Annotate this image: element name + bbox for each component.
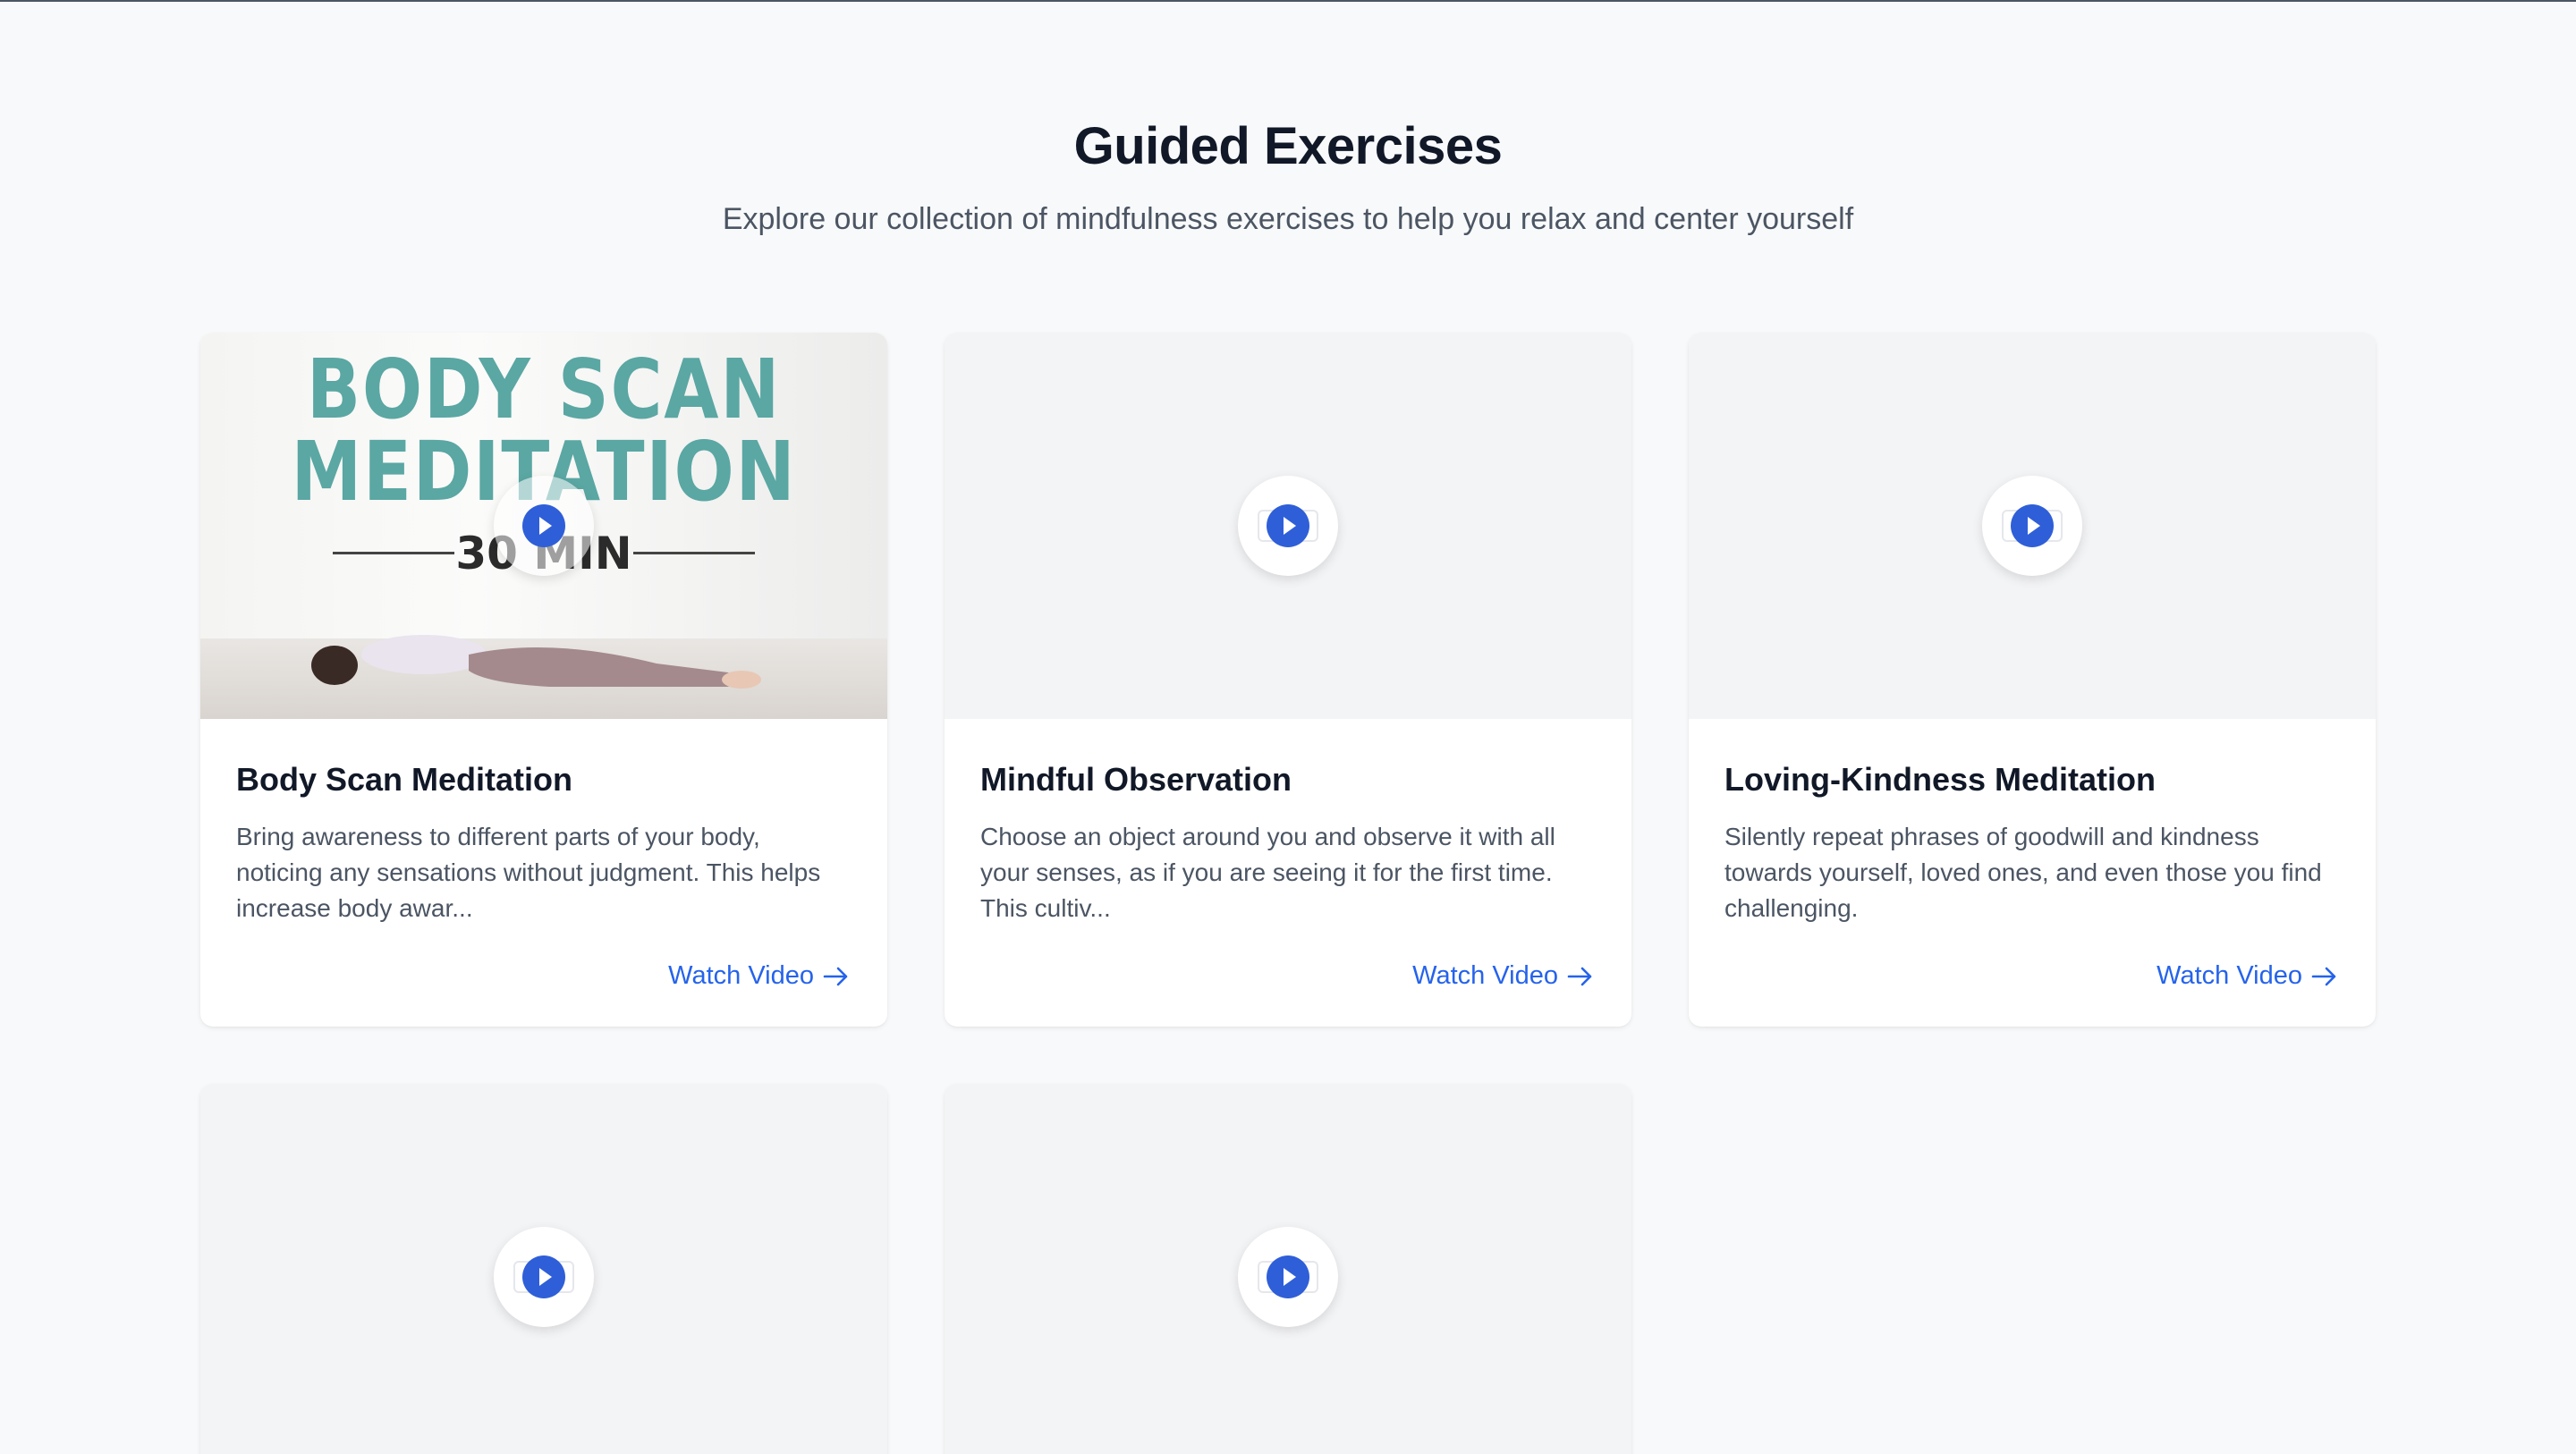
card-description: Silently repeat phrases of goodwill and … xyxy=(1724,823,2322,922)
thumbnail-rule-right xyxy=(633,552,755,554)
exercise-card-mindful-observation: Mindful Observation Choose an object aro… xyxy=(945,333,1631,1027)
play-button[interactable] xyxy=(494,1227,594,1327)
watch-video-link[interactable]: Watch Video xyxy=(668,961,850,991)
play-button[interactable] xyxy=(1982,476,2082,576)
watch-video-link[interactable]: Watch Video xyxy=(1412,961,1594,991)
watch-video-label: Watch Video xyxy=(2157,961,2302,990)
video-thumbnail[interactable]: BODY SCAN MEDITATION 30 MIN xyxy=(200,333,887,719)
exercise-card-loving-kindness: Loving-Kindness Meditation Silently repe… xyxy=(1689,333,2376,1027)
exercise-card-body-scan: BODY SCAN MEDITATION 30 MIN Body Scan Me… xyxy=(200,333,887,1027)
play-icon xyxy=(1267,1255,1309,1298)
card-title: Body Scan Meditation xyxy=(236,761,573,798)
arrow-right-icon xyxy=(2311,967,2336,985)
page-subtitle: Explore our collection of mindfulness ex… xyxy=(722,202,1854,236)
video-thumbnail[interactable] xyxy=(1689,333,2376,719)
video-thumbnail[interactable] xyxy=(945,333,1631,719)
play-icon xyxy=(1267,504,1309,547)
watch-video-link[interactable]: Watch Video xyxy=(2157,961,2338,991)
watch-video-label: Watch Video xyxy=(1412,961,1558,990)
video-thumbnail[interactable] xyxy=(200,1084,887,1454)
exercise-card xyxy=(945,1084,1631,1454)
play-icon xyxy=(522,1255,565,1298)
card-title: Mindful Observation xyxy=(980,761,1292,798)
thumbnail-text-line1: BODY SCAN xyxy=(306,342,782,437)
play-button[interactable] xyxy=(494,476,594,576)
card-title: Loving-Kindness Meditation xyxy=(1724,761,2156,798)
page-title: Guided Exercises xyxy=(1073,117,1503,175)
arrow-right-icon xyxy=(823,967,848,985)
exercise-card xyxy=(200,1084,887,1454)
play-button[interactable] xyxy=(1238,476,1338,576)
reclining-figure-image xyxy=(311,635,761,689)
page: Guided Exercises Explore our collection … xyxy=(0,0,2576,1454)
play-button[interactable] xyxy=(1238,1227,1338,1327)
card-description: Choose an object around you and observe … xyxy=(980,823,1555,922)
play-icon xyxy=(2011,504,2054,547)
arrow-right-icon xyxy=(1567,967,1592,985)
card-description: Bring awareness to different parts of yo… xyxy=(236,823,821,922)
play-icon xyxy=(522,504,565,547)
watch-video-label: Watch Video xyxy=(668,961,814,990)
video-thumbnail[interactable] xyxy=(945,1084,1631,1454)
